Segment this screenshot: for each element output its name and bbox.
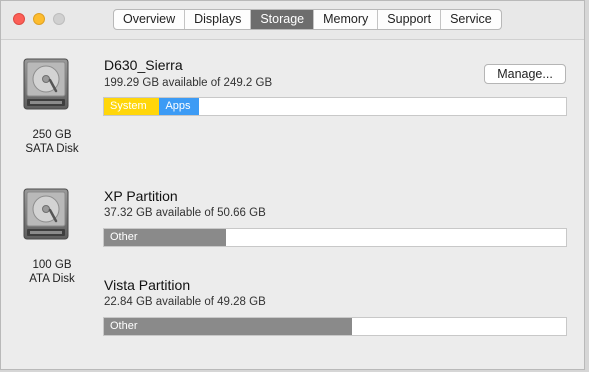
tab-support[interactable]: Support bbox=[378, 10, 442, 29]
segment-label: System bbox=[110, 100, 147, 112]
segment-other: Other bbox=[104, 318, 353, 335]
disk-size: 100 GB bbox=[32, 259, 72, 271]
volume-name: XP Partition bbox=[104, 188, 178, 204]
title-bar: Overview Displays Storage Memory Support… bbox=[1, 1, 584, 40]
segment-label: Other bbox=[110, 320, 138, 332]
zoom-window-button[interactable] bbox=[53, 13, 65, 25]
storage-usage-bar: Other bbox=[103, 228, 567, 247]
about-this-mac-window: Overview Displays Storage Memory Support… bbox=[0, 0, 585, 370]
hard-disk-icon bbox=[23, 58, 69, 110]
tab-storage[interactable]: Storage bbox=[251, 10, 315, 29]
disk-type: SATA Disk bbox=[25, 143, 79, 155]
segment-label: Other bbox=[110, 231, 138, 243]
tab-displays[interactable]: Displays bbox=[185, 10, 252, 29]
volume-name: Vista Partition bbox=[104, 277, 191, 293]
disk-size: 250 GB bbox=[32, 129, 72, 141]
volume-availability: 37.32 GB available of 50.66 GB bbox=[104, 207, 266, 219]
segment-other: Other bbox=[104, 229, 226, 246]
tab-service[interactable]: Service bbox=[441, 10, 501, 29]
segment-system: System bbox=[104, 98, 160, 115]
manage-button[interactable]: Manage... bbox=[484, 64, 566, 84]
tab-bar: Overview Displays Storage Memory Support… bbox=[113, 9, 502, 30]
segment-label: Apps bbox=[165, 100, 191, 112]
segment-apps: Apps bbox=[159, 98, 199, 115]
volume-availability: 22.84 GB available of 49.28 GB bbox=[104, 296, 266, 308]
hard-disk-icon bbox=[23, 188, 69, 240]
tab-overview[interactable]: Overview bbox=[114, 10, 186, 29]
storage-usage-bar: Other bbox=[103, 317, 567, 336]
storage-usage-bar: System Apps bbox=[103, 97, 567, 116]
storage-pane: 250 GB SATA Disk D630_Sierra 199.29 GB a… bbox=[1, 40, 584, 369]
tab-memory[interactable]: Memory bbox=[314, 10, 379, 29]
disk-type: ATA Disk bbox=[29, 273, 75, 285]
volume-name: D630_Sierra bbox=[104, 57, 183, 73]
volume-availability: 199.29 GB available of 249.2 GB bbox=[104, 77, 273, 89]
minimize-window-button[interactable] bbox=[33, 13, 45, 25]
close-window-button[interactable] bbox=[13, 13, 25, 25]
